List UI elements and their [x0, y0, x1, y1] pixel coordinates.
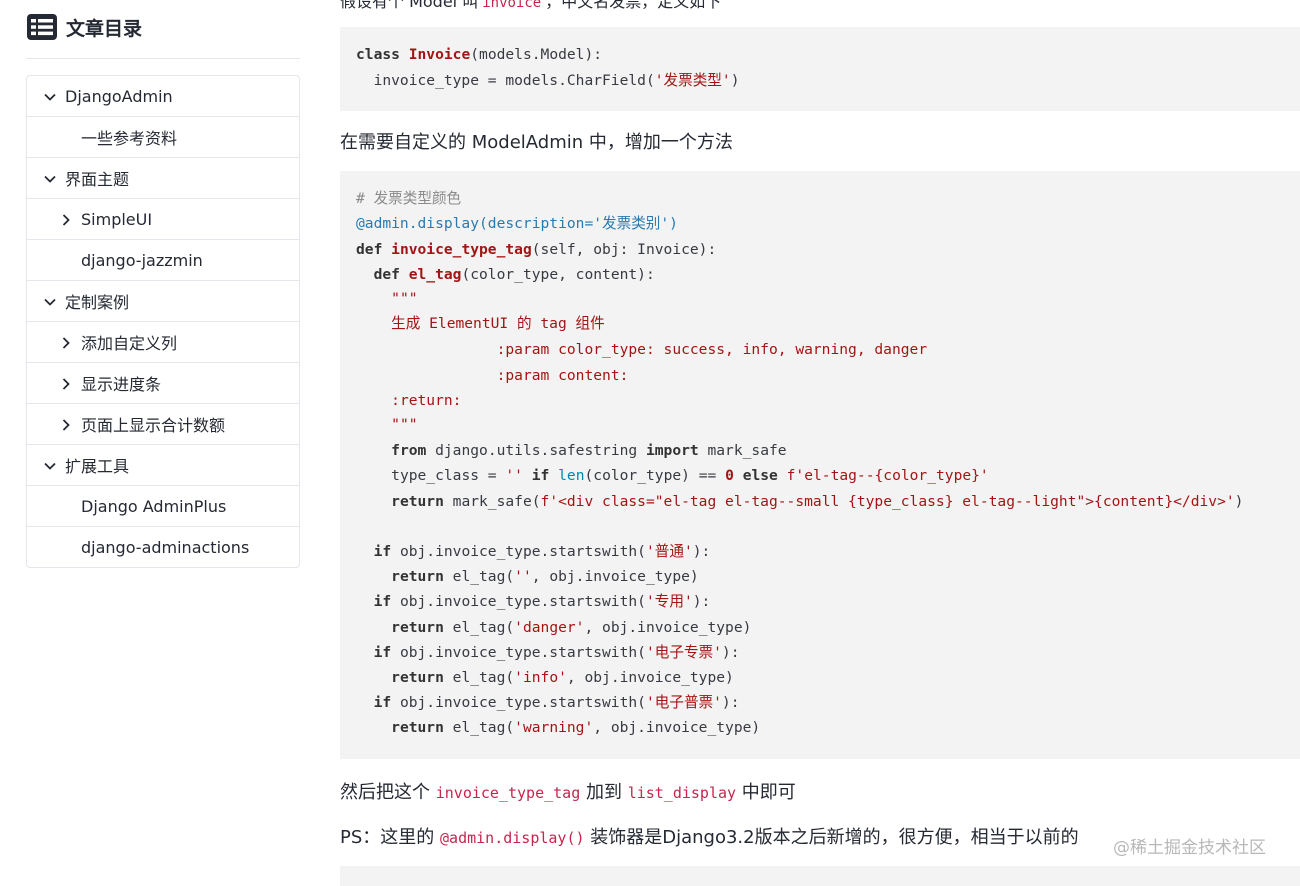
code-block-model: class Invoice(models.Model): invoice_typ… [340, 27, 1300, 111]
inline-code-list-display: list_display [627, 784, 737, 802]
list-icon [27, 14, 57, 40]
toc-item[interactable]: SimpleUI [27, 199, 299, 240]
code-block-next [340, 866, 1300, 886]
chevron-right-icon[interactable] [59, 212, 73, 226]
chevron-right-icon[interactable] [59, 335, 73, 349]
paragraph-2-b: 加到 [580, 782, 628, 803]
toc-item[interactable]: 界面主题 [27, 158, 299, 199]
paragraph-2-a: 然后把这个 [340, 782, 436, 803]
toc-item-label: 添加自定义列 [81, 334, 178, 353]
toc-item[interactable]: 一些参考资料 [27, 117, 299, 158]
toc-item[interactable]: django-adminactions [27, 527, 299, 567]
paragraph-2: 然后把这个 invoice_type_tag 加到 list_display 中… [340, 778, 796, 804]
paragraph-1: 在需要自定义的 ModelAdmin 中，增加一个方法 [340, 132, 733, 153]
code-line: if obj.invoice_type.startswith('电子专票'): [373, 644, 740, 661]
chevron-down-icon[interactable] [43, 458, 57, 472]
toc-item-label: 一些参考资料 [81, 129, 178, 148]
code-line: 生成 ElementUI 的 tag 组件 [391, 315, 605, 332]
chevron-down-icon[interactable] [43, 171, 57, 185]
code-line: return mark_safe(f'<div class="el-tag el… [391, 493, 1244, 510]
toc-item[interactable]: 扩展工具 [27, 445, 299, 486]
toc-item-label: 扩展工具 [65, 457, 130, 476]
code-line: invoice_type = models.CharField('发票类型') [356, 72, 740, 89]
toc-item[interactable]: 定制案例 [27, 281, 299, 322]
code-line: return el_tag('danger', obj.invoice_type… [391, 619, 752, 636]
intro-text-a: 假设有个 Model 叫 [340, 0, 479, 11]
code-line: return el_tag('', obj.invoice_type) [391, 568, 699, 585]
code-line: :param color_type: success, info, warnin… [496, 341, 928, 358]
code-line: class Invoice(models.Model): [356, 46, 603, 63]
chevron-right-icon[interactable] [59, 376, 73, 390]
code-line: return el_tag('info', obj.invoice_type) [391, 669, 734, 686]
toc-item-label: 显示进度条 [81, 375, 162, 394]
paragraph-3-b: 装饰器是Django3.2版本之后新增的，很方便，相当于以前的 [584, 827, 1079, 848]
code-line: """ [391, 290, 418, 307]
code-line: def invoice_type_tag(self, obj: Invoice)… [356, 241, 717, 258]
code-line: return el_tag('warning', obj.invoice_typ… [391, 719, 761, 736]
code-line: :param content: [496, 367, 629, 384]
toc-title: 文章目录 [66, 17, 143, 40]
toc-item-label: 定制案例 [65, 293, 130, 312]
chevron-down-icon[interactable] [43, 89, 57, 103]
code-line: @admin.display(description='发票类别') [356, 215, 678, 232]
code-block-admin: # 发票类型颜色 @admin.display(description='发票类… [340, 171, 1300, 759]
toc-item[interactable]: 页面上显示合计数额 [27, 404, 299, 445]
toc-list: DjangoAdmin 一些参考资料界面主题 SimpleUI django-jazz… [26, 75, 300, 568]
watermark: @稀土掘金技术社区 [1113, 838, 1266, 858]
toc-item-label: Django AdminPlus [81, 496, 227, 516]
chevron-right-icon[interactable] [59, 417, 73, 431]
toc-item[interactable]: django-jazzmin [27, 240, 299, 281]
chevron-down-icon[interactable] [43, 294, 57, 308]
toc-item-label: DjangoAdmin [65, 86, 173, 106]
intro-text: 假设有个 Model 叫 invoice ，中文名发票，定义如下 [340, 0, 721, 12]
toc-item-label: 页面上显示合计数额 [81, 416, 226, 435]
toc-item-label: django-adminactions [81, 537, 250, 557]
inline-code-invoice-type-tag: invoice_type_tag [435, 784, 581, 802]
paragraph-3: PS：这里的 @admin.display() 装饰器是Django3.2版本之… [340, 823, 1079, 849]
code-line: :return: [391, 392, 462, 409]
paragraph-3-a: PS：这里的 [340, 827, 441, 848]
toc-item[interactable]: DjangoAdmin [27, 76, 299, 117]
toc-item[interactable]: 添加自定义列 [27, 322, 299, 363]
toc-header: 文章目录 [26, 0, 300, 59]
code-line: if obj.invoice_type.startswith('专用'): [373, 593, 711, 610]
code-line: from django.utils.safestring import mark… [391, 442, 787, 459]
code-line: if obj.invoice_type.startswith('电子普票'): [373, 694, 740, 711]
code-line: type_class = '' if len(color_type) == 0 … [391, 467, 989, 484]
toc-item-label: django-jazzmin [81, 250, 203, 270]
inline-code-invoice: invoice [482, 0, 542, 11]
code-line: def el_tag(color_type, content): [373, 266, 655, 283]
code-line: """ [391, 416, 418, 433]
toc-item[interactable]: Django AdminPlus [27, 486, 299, 527]
paragraph-2-c: 中即可 [736, 782, 796, 803]
code-line: if obj.invoice_type.startswith('普通'): [373, 543, 711, 560]
code-line: # 发票类型颜色 [356, 190, 462, 207]
toc-item-label: SimpleUI [81, 209, 153, 229]
toc-item[interactable]: 显示进度条 [27, 363, 299, 404]
toc-item-label: 界面主题 [65, 170, 130, 189]
intro-text-b: ，中文名发票，定义如下 [545, 0, 722, 11]
inline-code-admin-display: @admin.display() [440, 829, 585, 847]
